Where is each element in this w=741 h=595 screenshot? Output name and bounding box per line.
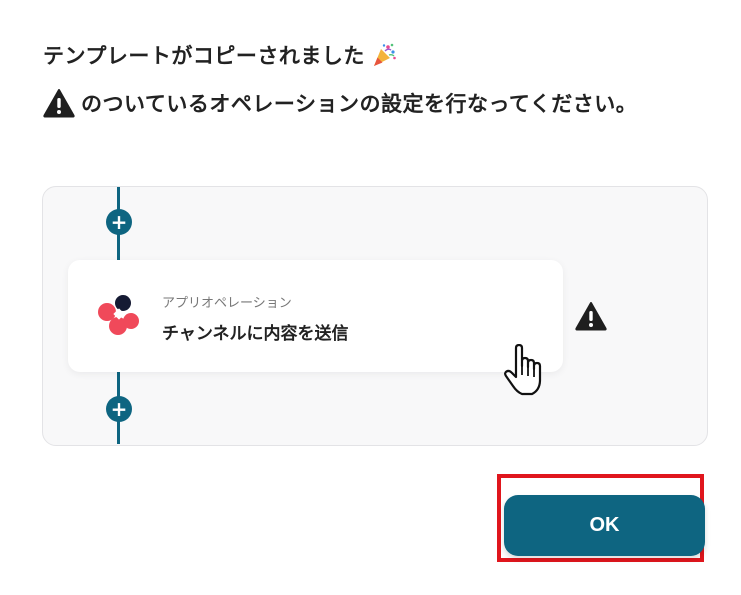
operation-card[interactable] xyxy=(68,260,563,372)
dialog-title-line1: テンプレートがコピーされました xyxy=(43,40,397,70)
operation-type-label: アプリオペレーション xyxy=(162,296,292,311)
plus-icon: + xyxy=(110,397,128,421)
warning-icon xyxy=(575,301,607,331)
app-logo-icon xyxy=(96,294,140,338)
dialog-title-line2: のついているオペレーションの設定を行なってください。 xyxy=(43,88,637,118)
operation-title: チャンネルに内容を送信 xyxy=(162,324,349,344)
party-popper-icon xyxy=(371,42,397,68)
dialog-title-text: テンプレートがコピーされました xyxy=(43,44,365,68)
dialog-instruction-text: のついているオペレーションの設定を行なってください。 xyxy=(81,92,638,116)
ok-button[interactable]: OK xyxy=(504,495,705,556)
hand-pointer-icon xyxy=(502,343,548,398)
warning-icon xyxy=(43,88,75,118)
add-step-button-top[interactable]: + xyxy=(106,209,132,235)
template-copied-dialog: テンプレートがコピーされました のついているオペレーションの設定を行なってくださ… xyxy=(0,0,741,595)
plus-icon: + xyxy=(110,210,128,234)
add-step-button-bottom[interactable]: + xyxy=(106,396,132,422)
